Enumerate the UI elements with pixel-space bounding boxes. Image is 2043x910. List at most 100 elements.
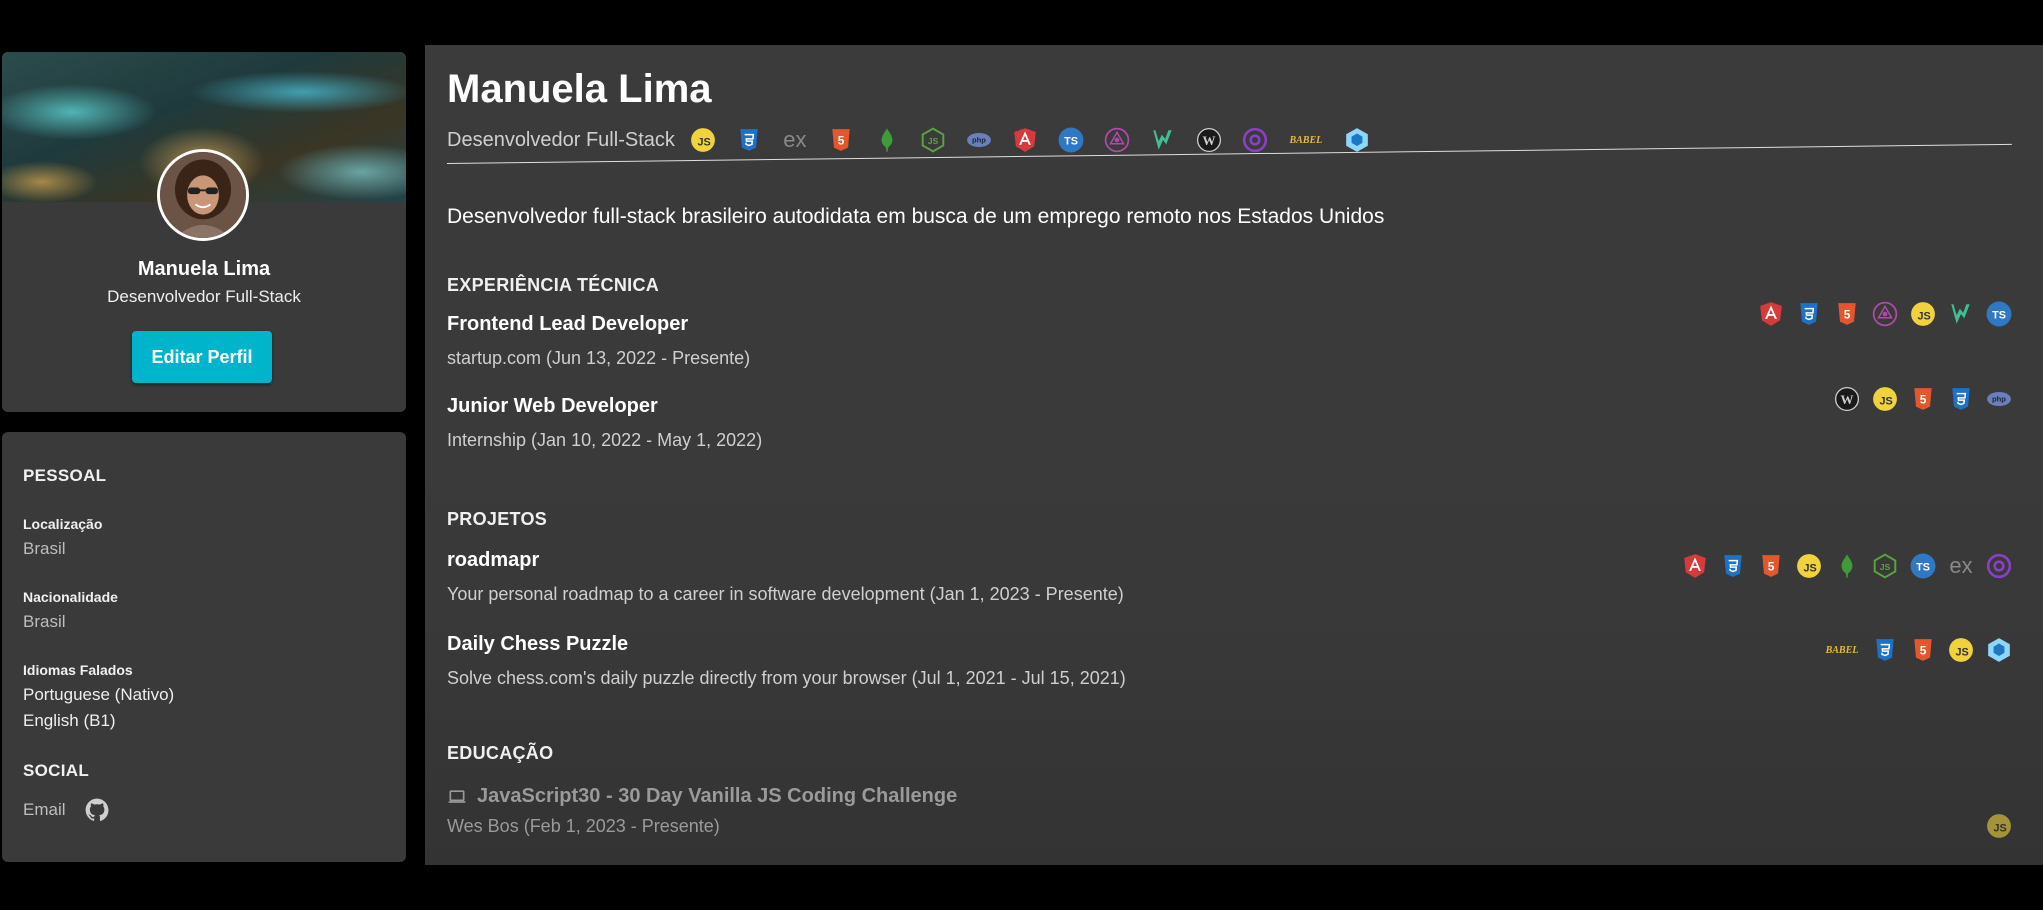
education-item: JavaScript30 - 30 Day Vanilla JS Coding …	[447, 785, 2012, 839]
express-icon: ex	[1949, 553, 1973, 578]
language-item: Portuguese (Nativo)	[23, 685, 175, 704]
location-label: Localização	[23, 516, 103, 532]
education-subtitle: Wes Bos (Feb 1, 2023 - Presente)	[447, 816, 720, 836]
babel-icon: BABEL	[1289, 134, 1323, 146]
angular-icon	[1758, 301, 1784, 327]
javascript-icon: JS	[1796, 553, 1822, 579]
svg-text:JS: JS	[1917, 310, 1930, 322]
php-icon: php	[1986, 386, 2012, 412]
mongodb-icon	[874, 127, 900, 153]
svg-text:5: 5	[1844, 307, 1851, 321]
vue-icon	[1948, 301, 1974, 327]
language-item: English (B1)	[23, 711, 116, 730]
profile-role: Desenvolvedor Full-Stack	[107, 287, 301, 306]
svg-text:JS: JS	[697, 136, 710, 148]
html5-icon: 5	[1758, 553, 1784, 579]
typescript-icon: TS	[1058, 127, 1084, 153]
typescript-icon: TS	[1986, 301, 2012, 327]
css3-icon	[1948, 386, 1974, 412]
main-panel: Manuela Lima Desenvolvedor Full-Stack JS…	[425, 45, 2043, 865]
experience-subtitle: Internship (Jan 10, 2022 - May 1, 2022)	[447, 430, 763, 450]
role-subtitle: Desenvolvedor Full-Stack	[447, 128, 675, 151]
personal-info-card: PESSOAL Localização Brasil Nacionalidade…	[2, 432, 406, 862]
experience-item: Frontend Lead Developer startup.com (Jun…	[447, 301, 2012, 369]
graphql-icon	[1872, 301, 1898, 327]
location-value: Brasil	[23, 539, 66, 558]
profile-name: Manuela Lima	[137, 258, 271, 280]
project-tech-icons: BABEL 5 JS	[1824, 637, 2012, 663]
project-tech-icons: 5 JS JS TS ex	[1682, 553, 2012, 579]
svg-text:JS: JS	[1880, 562, 1891, 572]
laptop-icon	[447, 787, 467, 807]
email-link[interactable]: Email	[23, 800, 66, 820]
graphql-icon	[1104, 127, 1130, 153]
social-links: Email	[23, 797, 406, 823]
html5-icon: 5	[1834, 301, 1860, 327]
express-icon: ex	[783, 127, 807, 152]
experience-tech-icons: 5 JS TS	[1758, 301, 2012, 327]
html5-icon: 5	[1910, 386, 1936, 412]
svg-text:php: php	[972, 136, 986, 145]
javascript-icon: JS	[1948, 637, 1974, 663]
project-subtitle: Solve chess.com's daily puzzle directly …	[447, 668, 1126, 688]
javascript-icon: JS	[1986, 813, 2012, 839]
svg-text:JS: JS	[1879, 395, 1892, 407]
redux-icon	[1986, 553, 2012, 579]
svg-text:JS: JS	[1955, 646, 1968, 658]
project-item: Daily Chess Puzzle Solve chess.com's dai…	[447, 633, 2012, 689]
html5-icon: 5	[828, 127, 854, 153]
projects-section-title: PROJETOS	[447, 509, 548, 529]
svg-text:JS: JS	[928, 136, 939, 146]
svg-text:5: 5	[1920, 643, 1927, 657]
angular-icon	[1012, 127, 1038, 153]
role-and-tech-row: Desenvolvedor Full-Stack JS ex 5 JS php TS W BA…	[447, 127, 1370, 153]
svg-text:JS: JS	[1993, 822, 2006, 834]
html5-icon: 5	[1910, 637, 1936, 663]
experience-title: Junior Web Developer	[447, 395, 658, 417]
experience-section-title: EXPERIÊNCIA TÉCNICA	[447, 275, 660, 295]
nationality-label: Nacionalidade	[23, 589, 118, 605]
webpack-icon	[1344, 127, 1370, 153]
vue-icon	[1150, 127, 1176, 153]
education-section-title: EDUCAÇÃO	[447, 743, 554, 763]
wordpress-icon: W	[1196, 127, 1222, 153]
page-title: Manuela Lima	[447, 67, 712, 111]
personal-section-title: PESSOAL	[23, 466, 107, 485]
svg-text:5: 5	[1768, 559, 1775, 573]
project-title[interactable]: Daily Chess Puzzle	[447, 633, 2012, 656]
nationality-value: Brasil	[23, 612, 66, 631]
svg-text:TS: TS	[1916, 561, 1930, 573]
experience-subtitle: startup.com (Jun 13, 2022 - Presente)	[447, 348, 751, 368]
education-title: JavaScript30 - 30 Day Vanilla JS Coding …	[477, 785, 958, 807]
javascript-icon: JS	[1872, 386, 1898, 412]
css3-icon	[736, 127, 762, 153]
webpack-icon	[1986, 637, 2012, 663]
project-item: roadmapr Your personal roadmap to a care…	[447, 549, 2012, 605]
css3-icon	[1796, 301, 1822, 327]
mongodb-icon	[1834, 553, 1860, 579]
github-icon[interactable]	[84, 797, 110, 823]
nodejs-icon: JS	[920, 127, 946, 153]
css3-icon	[1872, 637, 1898, 663]
wordpress-icon: W	[1834, 386, 1860, 412]
angular-icon	[1682, 553, 1708, 579]
redux-icon	[1242, 127, 1268, 153]
svg-text:5: 5	[838, 133, 845, 147]
svg-text:W: W	[1202, 133, 1215, 148]
svg-text:W: W	[1841, 392, 1854, 407]
javascript-icon: JS	[1910, 301, 1936, 327]
svg-text:php: php	[1992, 395, 2006, 404]
php-icon: php	[966, 127, 992, 153]
profile-summary: Desenvolvedor full-stack brasileiro auto…	[447, 205, 1385, 228]
education-tech-icons: JS	[1986, 813, 2012, 839]
typescript-icon: TS	[1910, 553, 1936, 579]
experience-tech-icons: W JS 5 php	[1834, 386, 2012, 412]
javascript-icon: JS	[690, 127, 716, 153]
profile-card: Manuela Lima Desenvolvedor Full-Stack Ed…	[2, 52, 406, 412]
nodejs-icon: JS	[1872, 553, 1898, 579]
project-subtitle: Your personal roadmap to a career in sof…	[447, 584, 1124, 604]
svg-text:TS: TS	[1064, 135, 1078, 147]
edit-profile-button[interactable]: Editar Perfil	[132, 331, 272, 383]
babel-icon: BABEL	[1825, 644, 1859, 656]
experience-item: Junior Web Developer Internship (Jan 10,…	[447, 386, 2012, 451]
